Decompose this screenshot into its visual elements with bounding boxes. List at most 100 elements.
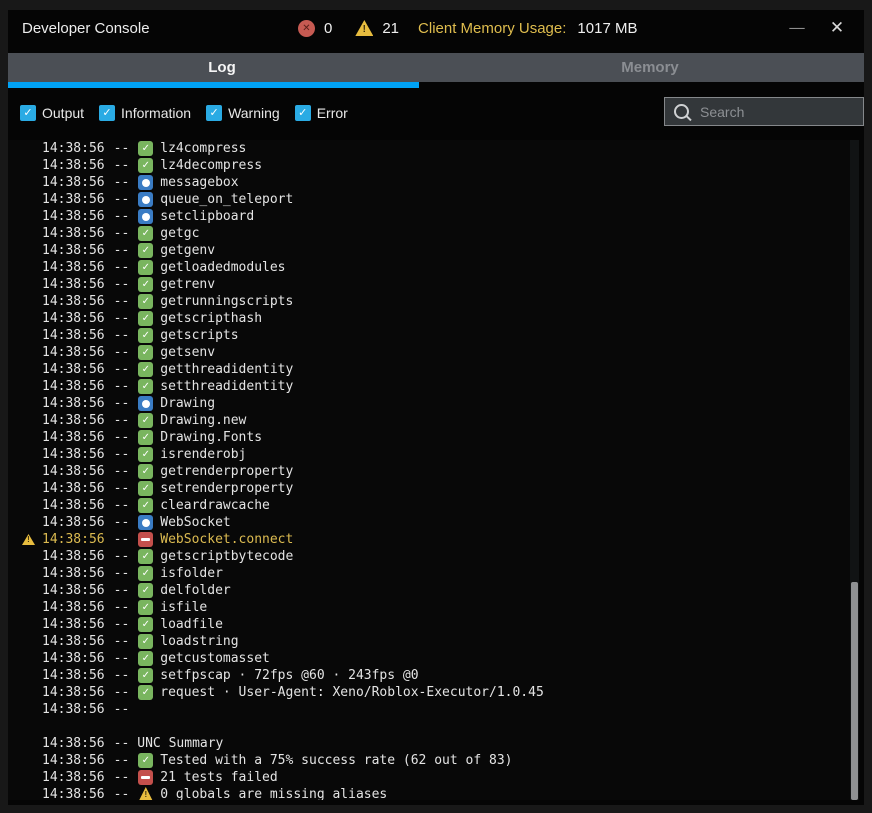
- filter-bar: Output Information Warning Error: [8, 97, 864, 128]
- check-icon: [138, 617, 153, 632]
- information-checkbox[interactable]: [99, 105, 115, 121]
- log-message: getsenv: [160, 345, 215, 360]
- log-row: 14:38:56 -- queue_on_teleport: [8, 191, 850, 208]
- log-separator: --: [114, 651, 130, 666]
- check-icon: [138, 294, 153, 309]
- log-message: 0 globals are missing aliases: [160, 787, 387, 800]
- search-box[interactable]: [664, 97, 864, 126]
- log-message: request · User-Agent: Xeno/Roblox-Execut…: [160, 685, 544, 700]
- check-icon: [138, 481, 153, 496]
- log-row: 14:38:56 -- lz4compress: [8, 140, 850, 157]
- minimize-button[interactable]: —: [784, 15, 810, 41]
- check-icon: [138, 311, 153, 326]
- log-message: lz4compress: [160, 141, 246, 156]
- log-timestamp: 14:38:56: [42, 787, 105, 800]
- log-message: setthreadidentity: [160, 379, 293, 394]
- log-message: getrenderproperty: [160, 464, 293, 479]
- log-timestamp: 14:38:56: [42, 600, 105, 615]
- log-row: 14:38:56 -- getrenv: [8, 276, 850, 293]
- log-message: cleardrawcache: [160, 498, 270, 513]
- log-timestamp: 14:38:56: [42, 175, 105, 190]
- close-button[interactable]: ✕: [824, 15, 850, 41]
- log-message: delfolder: [160, 583, 230, 598]
- check-icon: [138, 549, 153, 564]
- log-row: 14:38:56 -- isfile: [8, 599, 850, 616]
- log-row: 14:38:56 -- getrunningscripts: [8, 293, 850, 310]
- error-count-icon: [298, 20, 315, 37]
- log-timestamp: 14:38:56: [42, 277, 105, 292]
- log-separator: --: [114, 753, 130, 768]
- tab-memory[interactable]: Memory: [436, 53, 864, 82]
- log-timestamp: 14:38:56: [42, 447, 105, 462]
- log-message: setclipboard: [160, 209, 254, 224]
- output-label: Output: [42, 105, 84, 121]
- log-row: 14:38:56 -- WebSocket.connect: [8, 531, 850, 548]
- log-row: 14:38:56 -- UNC Summary: [8, 735, 850, 752]
- log-row: 14:38:56 -- isfolder: [8, 565, 850, 582]
- log-row: 14:38:56 -- loadfile: [8, 616, 850, 633]
- log-row: 14:38:56 -- getscriptbytecode: [8, 548, 850, 565]
- log-separator: --: [114, 566, 130, 581]
- log-list: 14:38:56 -- lz4compress 14:38:56 -- lz4d…: [8, 140, 850, 800]
- log-message: setrenderproperty: [160, 481, 293, 496]
- scrollbar-track[interactable]: [850, 140, 859, 800]
- log-separator: --: [114, 413, 130, 428]
- log-separator: --: [114, 481, 130, 496]
- log-timestamp: 14:38:56: [42, 651, 105, 666]
- check-icon: [138, 430, 153, 445]
- log-row: 14:38:56 -- 21 tests failed: [8, 769, 850, 786]
- log-message: getrunningscripts: [160, 294, 293, 309]
- window-controls: — ✕: [784, 15, 850, 41]
- filter-output[interactable]: Output: [20, 105, 84, 121]
- tab-log[interactable]: Log: [8, 53, 436, 82]
- log-timestamp: 14:38:56: [42, 617, 105, 632]
- filter-warning[interactable]: Warning: [206, 105, 280, 121]
- scrollbar-thumb[interactable]: [851, 582, 858, 800]
- error-checkbox[interactable]: [295, 105, 311, 121]
- log-message: Drawing.new: [160, 413, 246, 428]
- log-separator: --: [114, 192, 130, 207]
- log-timestamp: 14:38:56: [42, 345, 105, 360]
- log-separator: --: [114, 634, 130, 649]
- warning-label: Warning: [228, 105, 280, 121]
- log-timestamp: 14:38:56: [42, 209, 105, 224]
- output-checkbox[interactable]: [20, 105, 36, 121]
- log-separator: --: [114, 702, 130, 717]
- check-icon: [138, 583, 153, 598]
- log-timestamp: 14:38:56: [42, 498, 105, 513]
- log-row: 14:38:56 -- Tested with a 75% success ra…: [8, 752, 850, 769]
- log-message: WebSocket: [160, 515, 230, 530]
- info-icon: [138, 209, 153, 224]
- title-bar: Developer Console 0 21 Client Memory Usa…: [8, 10, 864, 46]
- log-row: 14:38:56 -- setfpscap · 72fps @60 · 243f…: [8, 667, 850, 684]
- log-timestamp: 14:38:56: [42, 260, 105, 275]
- log-separator: --: [114, 226, 130, 241]
- check-icon: [138, 226, 153, 241]
- filter-information[interactable]: Information: [99, 105, 191, 121]
- log-message: getloadedmodules: [160, 260, 285, 275]
- search-icon: [674, 104, 689, 119]
- log-timestamp: 14:38:56: [42, 685, 105, 700]
- log-timestamp: 14:38:56: [42, 141, 105, 156]
- check-icon: [138, 464, 153, 479]
- log-row: 14:38:56 -- getscripts: [8, 327, 850, 344]
- check-icon: [138, 413, 153, 428]
- warning-count-icon: [355, 20, 373, 36]
- filter-error[interactable]: Error: [295, 105, 348, 121]
- log-message: loadfile: [160, 617, 223, 632]
- log-separator: --: [114, 175, 130, 190]
- log-row: 14:38:56 -- Drawing.new: [8, 412, 850, 429]
- warning-checkbox[interactable]: [206, 105, 222, 121]
- log-message: Tested with a 75% success rate (62 out o…: [160, 753, 512, 768]
- log-row: 14:38:56 -- getloadedmodules: [8, 259, 850, 276]
- log-timestamp: 14:38:56: [42, 464, 105, 479]
- log-message: Drawing.Fonts: [160, 430, 262, 445]
- error-count: 0: [324, 20, 332, 37]
- search-input[interactable]: [698, 103, 852, 121]
- log-separator: --: [114, 209, 130, 224]
- check-icon: [138, 328, 153, 343]
- log-timestamp: 14:38:56: [42, 532, 105, 547]
- log-separator: --: [114, 396, 130, 411]
- log-timestamp: 14:38:56: [42, 226, 105, 241]
- log-timestamp: 14:38:56: [42, 243, 105, 258]
